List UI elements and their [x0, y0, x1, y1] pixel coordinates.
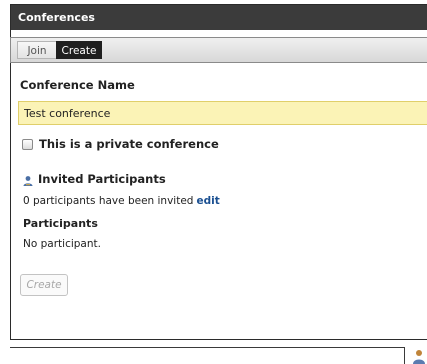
conference-name-label: Conference Name	[20, 78, 135, 92]
no-participant-text: No participant.	[23, 238, 101, 250]
private-conference-label[interactable]: This is a private conference	[39, 137, 219, 151]
divider-tick	[404, 347, 405, 364]
tab-create[interactable]: Create	[56, 41, 102, 59]
create-button[interactable]: Create	[20, 274, 68, 296]
dialog-title: Conferences	[18, 11, 95, 24]
tab-join[interactable]: Join	[17, 41, 57, 59]
private-checkbox[interactable]	[22, 139, 33, 150]
user-icon[interactable]	[411, 348, 427, 364]
invited-count: 0 participants have been invited	[23, 195, 194, 207]
edit-invited-link[interactable]: edit	[196, 195, 219, 207]
invited-participants-heading: Invited Participants	[38, 172, 166, 186]
person-icon	[23, 176, 33, 186]
conference-name-input[interactable]	[18, 101, 427, 125]
dialog-titlebar: Conferences	[11, 5, 427, 30]
participants-heading: Participants	[23, 217, 98, 230]
divider	[10, 347, 405, 348]
invited-count-text: 0 participants have been invited edit	[23, 195, 220, 207]
tab-bar: Join Create	[10, 37, 427, 63]
